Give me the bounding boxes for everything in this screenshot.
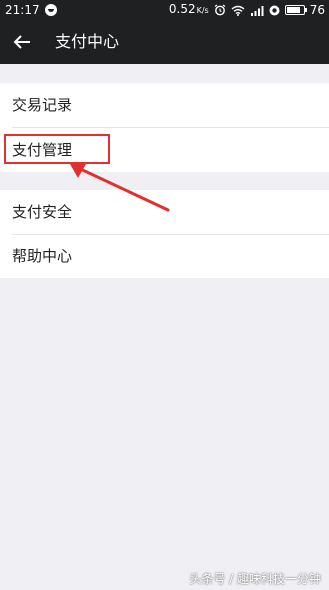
page-title: 支付中心 (55, 32, 120, 51)
menu-item-label: 交易记录 (12, 96, 73, 114)
net-speed: 0.52K/s (168, 2, 209, 16)
status-time: 21:17 (5, 3, 40, 17)
battery-icon (284, 5, 307, 15)
status-bar: 21:17 0.52K/s 76 (0, 0, 329, 20)
app-notification-icon (269, 5, 280, 15)
menu-item-transaction-records[interactable]: 交易记录 (0, 83, 329, 127)
menu-item-label: 帮助中心 (12, 247, 73, 265)
battery-level (286, 7, 301, 13)
back-button[interactable] (8, 28, 36, 56)
notification-app-icon (45, 4, 57, 16)
menu-item-help-center[interactable]: 帮助中心 (0, 234, 329, 278)
wifi-icon (231, 5, 245, 16)
watermark: 头条号 / 趣味科技一分钟 (189, 572, 321, 586)
signal-icon (250, 5, 264, 16)
app-bar: 支付中心 (0, 20, 329, 64)
annotation-arrow-icon (70, 164, 170, 212)
status-icons: 0.52K/s 76 (169, 0, 325, 20)
arrow-left-icon (13, 35, 30, 49)
alarm-icon (214, 4, 226, 16)
battery-percent: 76 (309, 3, 325, 17)
